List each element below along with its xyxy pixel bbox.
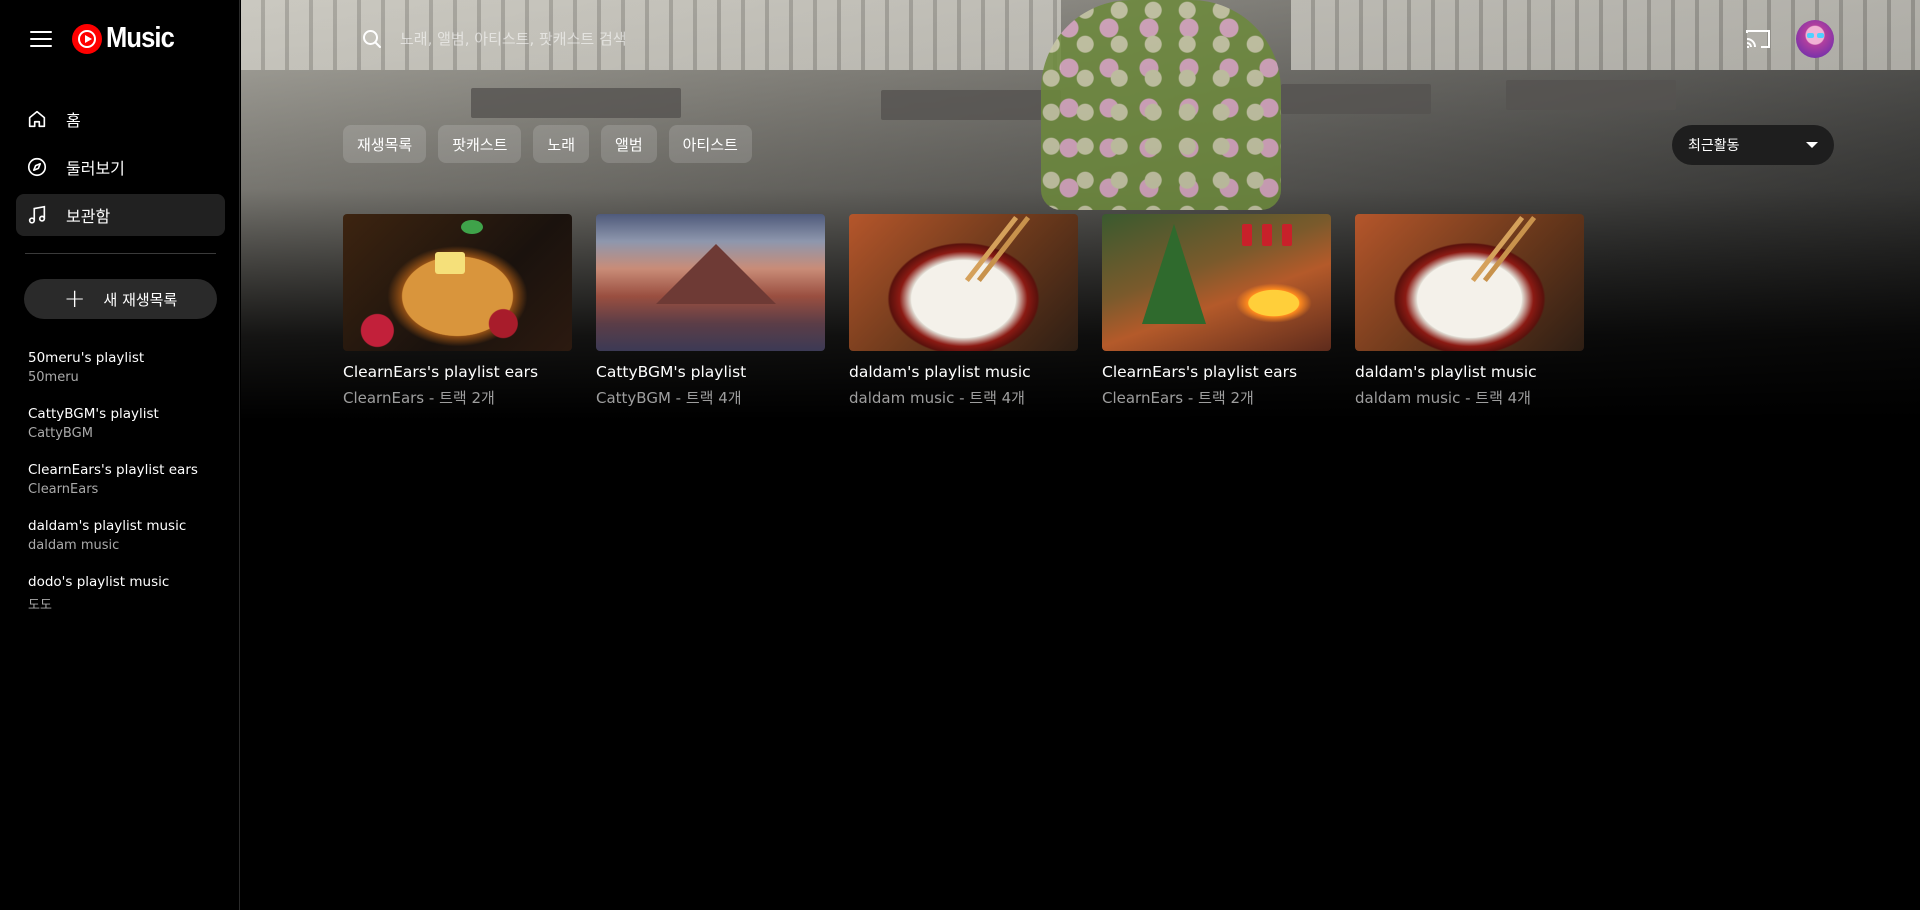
playlist-title: 50meru's playlist xyxy=(28,350,145,366)
playlist-owner: ClearnEars xyxy=(28,482,99,497)
playlist-card[interactable]: daldam's playlist music daldam music - 트… xyxy=(849,214,1078,408)
youtube-music-logo[interactable]: Music xyxy=(72,22,183,55)
card-title: ClearnEars's playlist ears xyxy=(343,363,539,381)
playlist-title: daldam's playlist music xyxy=(28,518,187,534)
cast-icon[interactable] xyxy=(1744,27,1772,51)
search-input[interactable] xyxy=(398,29,802,49)
playlist-thumbnail xyxy=(343,214,572,351)
playlist-owner: daldam music xyxy=(28,538,120,553)
filter-chips: 재생목록 팟캐스트 노래 앨범 아티스트 xyxy=(343,125,752,163)
chip-playlists[interactable]: 재생목록 xyxy=(343,125,427,163)
card-title: ClearnEars's playlist ears xyxy=(1102,363,1298,381)
chip-songs[interactable]: 노래 xyxy=(533,125,590,163)
playlist-card[interactable]: ClearnEars's playlist ears ClearnEars - … xyxy=(343,214,572,408)
card-subtitle: ClearnEars - 트랙 2개 xyxy=(343,389,495,407)
playlist-owner: CattyBGM xyxy=(28,426,93,441)
playlist-thumbnail xyxy=(596,214,825,351)
caret-down-icon xyxy=(1806,142,1818,148)
card-subtitle: daldam music - 트랙 4개 xyxy=(1355,389,1531,407)
new-playlist-label: 새 재생목록 xyxy=(103,290,178,309)
playlist-owner: 도도 xyxy=(28,598,52,613)
sidebar-header: Music xyxy=(30,22,183,55)
sidebar-playlist-item[interactable]: 50meru's playlist 50meru xyxy=(28,350,228,406)
playlist-grid: ClearnEars's playlist ears ClearnEars - … xyxy=(343,214,1584,408)
compass-icon xyxy=(27,157,47,177)
playlist-card[interactable]: ClearnEars's playlist ears ClearnEars - … xyxy=(1102,214,1331,408)
nav-item-library[interactable]: 보관함 xyxy=(16,194,225,236)
main-nav: 홈 둘러보기 보관함 xyxy=(16,98,225,242)
card-title: daldam's playlist music xyxy=(1355,363,1537,381)
chip-albums[interactable]: 앨범 xyxy=(601,125,657,163)
playlist-title: CattyBGM's playlist xyxy=(28,406,159,422)
playlist-title: ClearnEars's playlist ears xyxy=(28,462,198,478)
playlist-thumbnail xyxy=(1355,214,1584,351)
sidebar-playlist-item[interactable]: CattyBGM's playlist CattyBGM xyxy=(28,406,228,462)
new-playlist-button[interactable]: + 새 재생목록 xyxy=(24,279,217,319)
playlist-owner: 50meru xyxy=(28,370,79,385)
chip-podcasts[interactable]: 팟캐스트 xyxy=(438,125,522,163)
hamburger-menu-icon[interactable] xyxy=(30,26,56,52)
nav-label: 둘러보기 xyxy=(66,159,125,178)
nav-label: 홈 xyxy=(66,111,81,130)
sidebar-playlist-item[interactable]: ClearnEars's playlist ears ClearnEars xyxy=(28,462,228,518)
logo-text: Music xyxy=(106,22,175,54)
sidebar-divider xyxy=(25,253,216,254)
search-bar[interactable] xyxy=(344,18,824,60)
chip-artists[interactable]: 아티스트 xyxy=(668,125,752,163)
sidebar-playlist-item[interactable]: daldam's playlist music daldam music xyxy=(28,518,228,574)
sidebar-playlist-item[interactable]: dodo's playlist music 도도 xyxy=(28,574,228,630)
playlist-thumbnail xyxy=(849,214,1078,351)
sort-label: 최근활동 xyxy=(1688,138,1740,154)
playlist-title: dodo's playlist music xyxy=(28,574,170,590)
main-content: 재생목록 팟캐스트 노래 앨범 아티스트 최근활동 ClearnEars's p… xyxy=(241,0,1920,910)
playlist-thumbnail xyxy=(1102,214,1331,351)
nav-label: 보관함 xyxy=(66,207,111,226)
card-subtitle: daldam music - 트랙 4개 xyxy=(849,389,1025,407)
card-subtitle: ClearnEars - 트랙 2개 xyxy=(1102,389,1254,407)
user-avatar[interactable] xyxy=(1796,20,1834,58)
sidebar: Music 홈 둘러보기 보관함 + 새 재생목록 50meru's playl… xyxy=(0,0,240,910)
playlist-card[interactable]: daldam's playlist music daldam music - 트… xyxy=(1355,214,1584,408)
card-title: daldam's playlist music xyxy=(849,363,1031,381)
music-note-icon xyxy=(28,205,46,224)
home-icon xyxy=(28,110,46,128)
sort-dropdown[interactable]: 최근활동 xyxy=(1672,125,1834,165)
play-logo-icon xyxy=(72,23,102,54)
card-title: CattyBGM's playlist xyxy=(596,363,747,381)
sidebar-playlist-list: 50meru's playlist 50meru CattyBGM's play… xyxy=(28,350,228,630)
nav-item-explore[interactable]: 둘러보기 xyxy=(16,146,225,188)
card-subtitle: CattyBGM - 트랙 4개 xyxy=(596,389,742,407)
plus-icon: + xyxy=(63,284,86,314)
playlist-card[interactable]: CattyBGM's playlist CattyBGM - 트랙 4개 xyxy=(596,214,825,408)
search-icon xyxy=(363,30,381,48)
nav-item-home[interactable]: 홈 xyxy=(16,98,225,140)
